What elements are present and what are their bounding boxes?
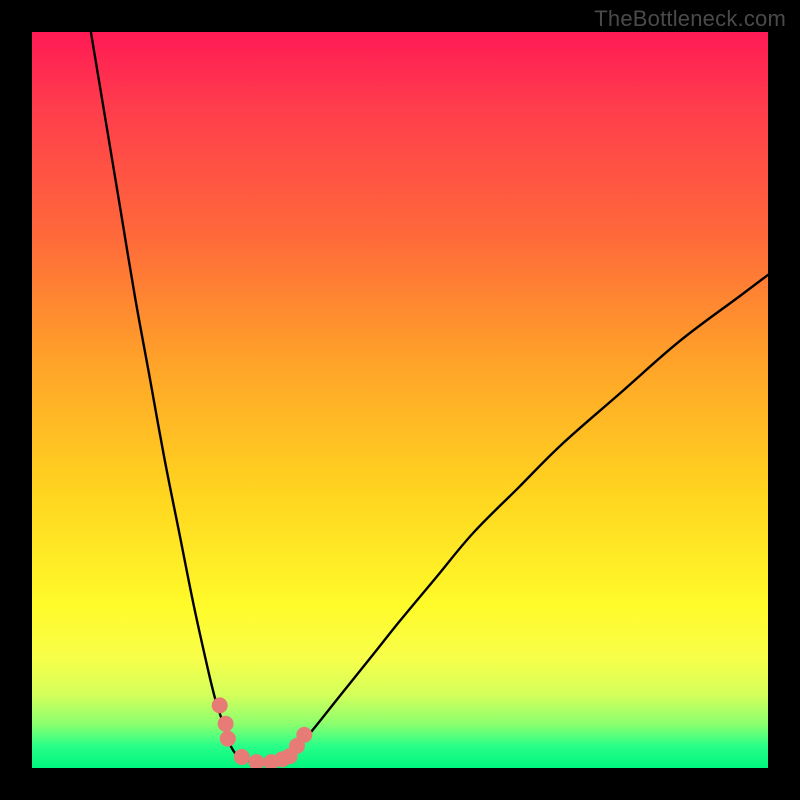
plot-area — [32, 32, 768, 768]
marker-point — [296, 727, 312, 743]
bottleneck-curve — [91, 32, 768, 763]
chart-frame: TheBottleneck.com — [0, 0, 800, 800]
watermark-text: TheBottleneck.com — [594, 6, 786, 32]
marker-group — [212, 697, 313, 768]
marker-point — [220, 731, 236, 747]
marker-point — [218, 716, 234, 732]
plot-svg — [32, 32, 768, 768]
curve-group — [91, 32, 768, 763]
marker-point — [212, 697, 228, 713]
marker-point — [249, 754, 265, 768]
marker-point — [234, 749, 250, 765]
